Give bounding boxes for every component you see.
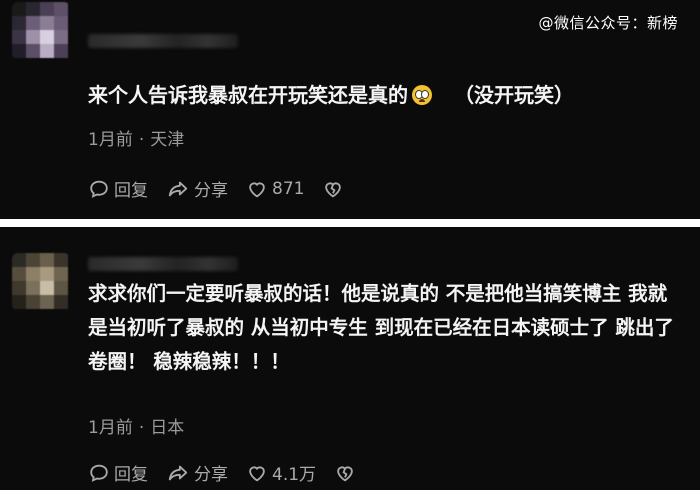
broken-heart-icon	[325, 181, 342, 197]
comment-time: 1月前	[88, 418, 133, 438]
share-arrow-icon	[168, 465, 188, 480]
comment-meta: 1月前 · 日本	[88, 413, 184, 438]
comment-actions: 回复 分享 871	[88, 176, 366, 201]
share-label: 分享	[194, 181, 228, 201]
heart-icon	[249, 465, 265, 481]
comment-location: 日本	[150, 418, 185, 438]
comment-text-paren: （没开玩笑）	[454, 83, 574, 107]
share-label: 分享	[194, 465, 228, 485]
comment-location: 天津	[150, 130, 185, 150]
comment-text-main: 来个人告诉我暴叔在开玩笑还是真的	[88, 83, 408, 107]
share-button[interactable]: 分享	[166, 176, 228, 201]
reply-label: 回复	[114, 181, 148, 201]
watermark: @微信公众号：新榜	[538, 14, 678, 32]
avatar[interactable]	[12, 2, 70, 60]
reply-label: 回复	[114, 465, 148, 485]
dislike-button[interactable]	[322, 178, 348, 200]
dislike-button[interactable]	[334, 462, 360, 484]
username-blurred[interactable]	[88, 257, 238, 271]
reply-button[interactable]: 回复	[88, 460, 148, 485]
reply-button[interactable]: 回复	[88, 176, 148, 201]
like-count: 871	[272, 178, 305, 199]
meta-separator: ·	[138, 130, 145, 150]
comment-actions: 回复 分享 4.1万	[88, 460, 378, 485]
like-button[interactable]: 4.1万	[246, 460, 316, 485]
chat-bubble-icon	[90, 464, 108, 482]
broken-heart-icon	[337, 465, 353, 481]
chat-bubble-icon	[90, 180, 108, 198]
comment-meta: 1月前 · 天津	[88, 125, 184, 150]
share-button[interactable]: 分享	[166, 460, 228, 485]
share-arrow-icon	[168, 181, 188, 196]
heart-icon	[249, 181, 265, 197]
username-blurred[interactable]	[88, 34, 238, 48]
comment-time: 1月前	[88, 130, 133, 150]
pleading-face-icon	[412, 85, 432, 105]
like-count: 4.1万	[272, 465, 317, 485]
meta-separator: ·	[138, 418, 145, 438]
avatar[interactable]	[12, 253, 70, 311]
like-button[interactable]: 871	[246, 178, 304, 200]
comment-card: 求求你们一定要听暴叔的话！他是说真的 不是把他当搞笑博主 我就是当初听了暴叔的 …	[0, 227, 700, 490]
comment-text: 来个人告诉我暴叔在开玩笑还是真的 （没开玩笑）	[88, 80, 676, 110]
comment-text: 求求你们一定要听暴叔的话！他是说真的 不是把他当搞笑博主 我就是当初听了暴叔的 …	[88, 282, 674, 373]
